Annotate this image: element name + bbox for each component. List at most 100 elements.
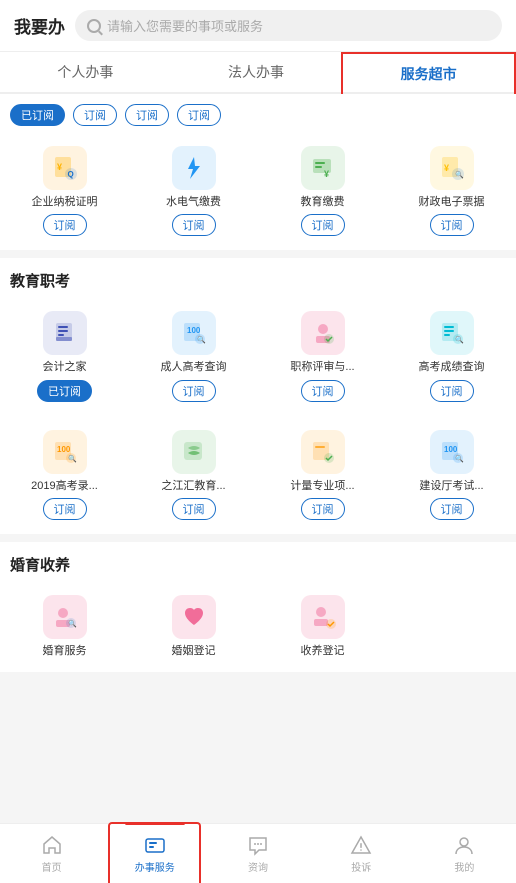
edu-grid-row1: 会计之家 已订阅 100 🔍 成人高考查询 订阅 [0,297,516,415]
svg-text:100: 100 [187,326,201,335]
gaokao-score-icon: 🔍 [430,311,474,355]
subscribe-tag-1[interactable]: 订阅 [73,104,117,126]
service-item-adult-exam: 100 🔍 成人高考查询 订阅 [129,303,258,409]
subscribe-title-review[interactable]: 订阅 [301,380,345,402]
marriage-section-title: 婚育收养 [0,542,516,581]
service-item-title-review: 职称评审与... 订阅 [258,303,387,409]
header: 我要办 请输入您需要的事项或服务 [0,0,516,52]
service-name-gaokao-score: 高考成绩查询 [419,360,485,374]
subscribe-construction-exam[interactable]: 订阅 [430,498,474,520]
nav-work-label: 办事服务 [135,859,175,874]
nav-consult-label: 资询 [248,859,268,874]
content-area: 已订阅 订阅 订阅 订阅 ¥ Q 企业纳税证明 订阅 [0,94,516,732]
service-item-measure: 计量专业项... 订阅 [258,422,387,528]
page-title: 我要办 [14,13,65,38]
construction-exam-icon: 100 🔍 [430,430,474,474]
nav-home[interactable]: 首页 [0,824,103,883]
marriage-2-icon [172,595,216,639]
subscribe-measure[interactable]: 订阅 [301,498,345,520]
subscribe-accounting[interactable]: 已订阅 [37,380,92,402]
svg-text:Q: Q [67,170,73,179]
home-icon [40,833,64,857]
subscribe-gaokao2019[interactable]: 订阅 [43,498,87,520]
separator-2 [0,534,516,542]
service-name-receipt: 财政电子票据 [419,195,485,209]
service-name-marriage-3: 收养登记 [301,644,345,658]
subscribe-edu-pay[interactable]: 订阅 [301,214,345,236]
person-icon [452,833,476,857]
svg-text:🔍: 🔍 [455,454,464,463]
svg-text:¥: ¥ [444,163,449,173]
subscribe-gaokao-score[interactable]: 订阅 [430,380,474,402]
tabs-bar: 个人办事 法人办事 服务超市 [0,52,516,94]
subscribe-zhijiang[interactable]: 订阅 [172,498,216,520]
nav-complaint-label: 投诉 [351,859,371,874]
search-bar[interactable]: 请输入您需要的事项或服务 [75,10,502,41]
subscribe-tag-0[interactable]: 已订阅 [10,104,65,126]
work-icon [143,833,167,857]
service-name-construction-exam: 建设厅考试... [419,479,483,493]
service-item-gaokao2019: 100 🔍 2019高考录... 订阅 [0,422,129,528]
marriage-grid: 🔍 婚育服务 婚姻登记 收养 [0,581,516,672]
svg-text:100: 100 [444,445,458,454]
nav-home-label: 首页 [42,859,62,874]
service-item-placeholder [387,587,516,666]
bottom-nav: 首页 办事服务 资询 [0,823,516,883]
measure-icon [301,430,345,474]
subscribe-receipt[interactable]: 订阅 [430,214,474,236]
service-item-construction-exam: 100 🔍 建设厅考试... 订阅 [387,422,516,528]
svg-text:🔍: 🔍 [455,335,464,344]
marriage-3-icon [301,595,345,639]
chat-icon [246,833,270,857]
svg-text:🔍: 🔍 [197,335,206,344]
accounting-icon [43,311,87,355]
nav-active-indicator [125,822,185,825]
nav-complaint[interactable]: 投诉 [310,824,413,883]
service-name-zhijiang: 之江汇教育... [161,479,225,493]
service-item-tax: ¥ Q 企业纳税证明 订阅 [0,138,129,244]
search-icon [87,19,101,33]
nav-consult[interactable]: 资询 [206,824,309,883]
subscribe-utility[interactable]: 订阅 [172,214,216,236]
service-item-marriage-3: 收养登记 [258,587,387,666]
tab-personal[interactable]: 个人办事 [0,52,171,92]
service-name-measure: 计量专业项... [290,479,354,493]
subscribe-tax[interactable]: 订阅 [43,214,87,236]
svg-text:🔍: 🔍 [455,170,464,179]
adult-exam-icon: 100 🔍 [172,311,216,355]
service-name-marriage-2: 婚姻登记 [172,644,216,658]
svg-text:🔍: 🔍 [68,454,77,463]
service-item-edu-pay: ¥ 教育缴费 订阅 [258,138,387,244]
finance-services-grid: ¥ Q 企业纳税证明 订阅 水电气缴费 订阅 [0,132,516,250]
svg-text:¥: ¥ [57,162,62,172]
service-item-receipt: ¥ 🔍 财政电子票据 订阅 [387,138,516,244]
service-item-accounting: 会计之家 已订阅 [0,303,129,409]
separator-1 [0,250,516,258]
service-item-marriage-2: 婚姻登记 [129,587,258,666]
top-subscribe-row: 已订阅 订阅 订阅 订阅 [0,94,516,132]
utility-icon [172,146,216,190]
marriage-1-icon: 🔍 [43,595,87,639]
nav-mine[interactable]: 我的 [413,824,516,883]
svg-text:🔍: 🔍 [68,619,77,628]
edu-pay-icon: ¥ [301,146,345,190]
search-placeholder: 请输入您需要的事项或服务 [107,16,263,35]
subscribe-tag-3[interactable]: 订阅 [177,104,221,126]
service-name-accounting: 会计之家 [43,360,87,374]
edu-section-title: 教育职考 [0,258,516,297]
title-review-icon [301,311,345,355]
subscribe-tag-2[interactable]: 订阅 [125,104,169,126]
service-item-zhijiang: 之江汇教育... 订阅 [129,422,258,528]
subscribe-adult-exam[interactable]: 订阅 [172,380,216,402]
zhijiang-icon [172,430,216,474]
service-item-marriage-1: 🔍 婚育服务 [0,587,129,666]
nav-work[interactable]: 办事服务 [103,824,206,883]
svg-text:100: 100 [57,445,71,454]
tab-legal[interactable]: 法人办事 [171,52,342,92]
service-name-adult-exam: 成人高考查询 [161,360,227,374]
tab-market[interactable]: 服务超市 [341,52,516,94]
nav-mine-label: 我的 [454,859,474,874]
service-name-marriage-1: 婚育服务 [43,644,87,658]
receipt-icon: ¥ 🔍 [430,146,474,190]
service-name-tax: 企业纳税证明 [32,195,98,209]
